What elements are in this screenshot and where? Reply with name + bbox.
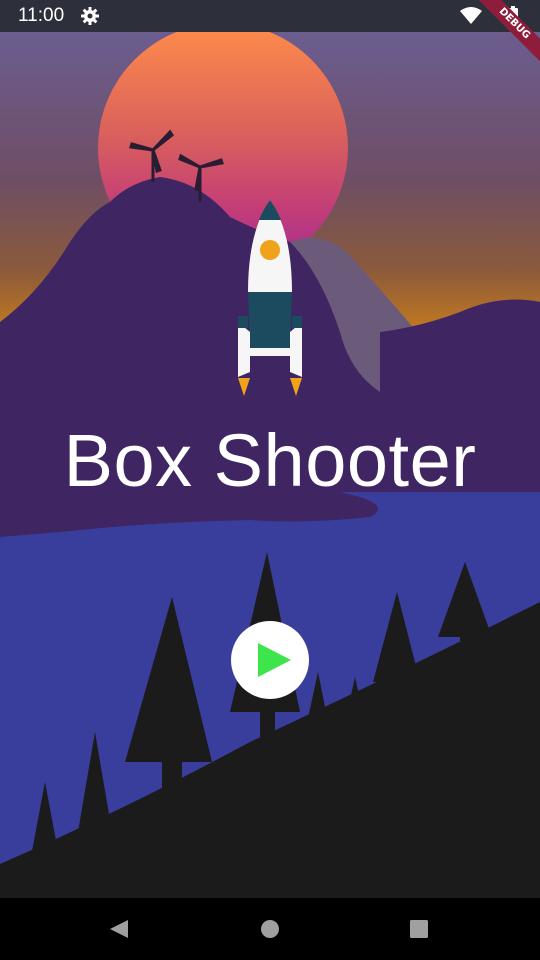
recents-icon[interactable] [404,914,434,944]
wifi-icon [460,7,482,24]
home-icon[interactable] [255,914,285,944]
gear-icon [81,7,99,25]
game-title: Box Shooter [63,419,477,502]
status-time: 11:00 [18,5,65,26]
play-icon [258,643,291,677]
play-button[interactable] [231,621,309,699]
status-bar: 11:00 [0,0,540,32]
back-icon[interactable] [104,914,134,944]
navigation-bar [0,898,540,960]
